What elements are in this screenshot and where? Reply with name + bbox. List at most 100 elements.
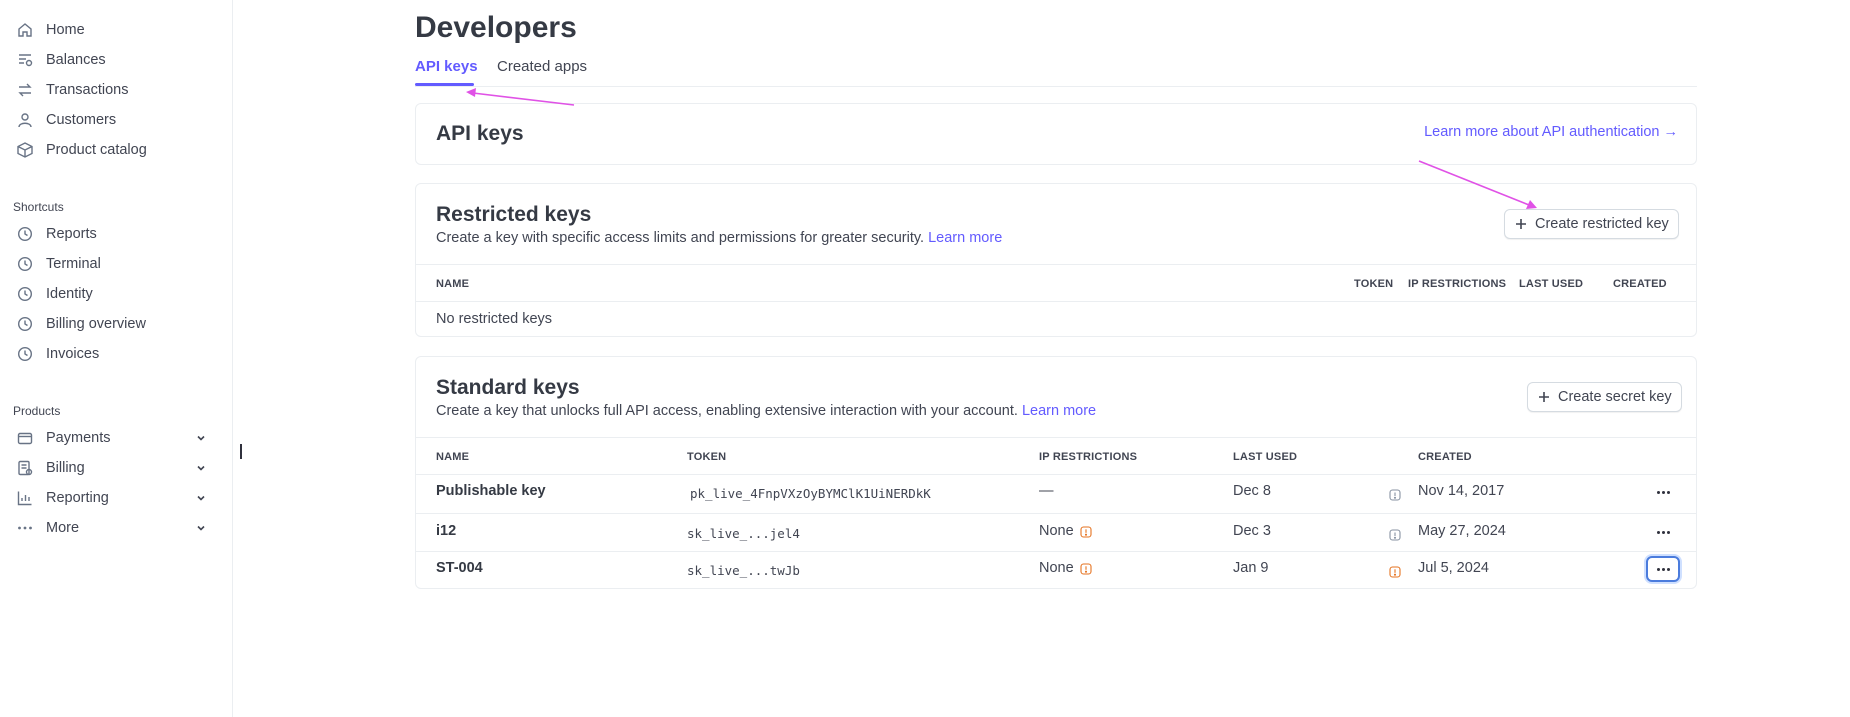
sidebar-item-label: Payments bbox=[46, 430, 111, 446]
create-restricted-key-label: Create restricted key bbox=[1535, 216, 1669, 232]
tab-api-keys[interactable]: API keys bbox=[415, 58, 478, 75]
warning-icon[interactable] bbox=[1080, 525, 1092, 538]
table-row-divider bbox=[416, 513, 1696, 514]
sidebar-item-label: Customers bbox=[46, 112, 117, 128]
tabs-divider bbox=[415, 86, 1697, 87]
clock-icon bbox=[16, 285, 34, 303]
created-value: Jul 5, 2024 bbox=[1418, 560, 1489, 576]
chevron-down-icon bbox=[194, 461, 208, 475]
sidebar-item-home[interactable]: Home bbox=[0, 15, 232, 45]
sidebar-item-product-catalog[interactable]: Product catalog bbox=[0, 135, 232, 165]
sidebar-item-terminal[interactable]: Terminal bbox=[0, 249, 232, 279]
learn-more-api-auth-link[interactable]: Learn more about API authentication → bbox=[1424, 124, 1678, 140]
api-keys-heading: API keys bbox=[436, 122, 524, 145]
warning-icon[interactable] bbox=[1389, 565, 1401, 578]
more-dots-icon bbox=[1656, 530, 1670, 534]
tab-created-apps[interactable]: Created apps bbox=[497, 58, 587, 75]
column-header-created: CREATED bbox=[1418, 451, 1472, 463]
chevron-down-icon bbox=[194, 521, 208, 535]
sidebar-item-transactions[interactable]: Transactions bbox=[0, 75, 232, 105]
column-header-last-used: LAST USED bbox=[1233, 451, 1298, 463]
sidebar-item-label: Balances bbox=[46, 52, 106, 68]
last-used-value: Dec 3 bbox=[1233, 523, 1271, 539]
key-token[interactable]: sk_live_...jel4 bbox=[687, 526, 800, 541]
column-header-name: NAME bbox=[436, 278, 470, 290]
key-name: ST-004 bbox=[436, 560, 483, 576]
restricted-keys-card: Restricted keys Create a key with specif… bbox=[415, 183, 1697, 337]
ip-restrictions-value: — bbox=[1039, 483, 1054, 499]
restricted-keys-description: Create a key with specific access limits… bbox=[436, 230, 1002, 246]
sidebar-item-label: Reporting bbox=[46, 490, 109, 506]
table-divider bbox=[416, 301, 1696, 302]
sidebar-item-billing[interactable]: Billing bbox=[0, 453, 232, 483]
standard-keys-card: Standard keys Create a key that unlocks … bbox=[415, 356, 1697, 589]
balances-icon bbox=[16, 51, 34, 69]
sidebar-item-reporting[interactable]: Reporting bbox=[0, 483, 232, 513]
row-actions-button[interactable] bbox=[1646, 556, 1680, 582]
sidebar-item-label: Invoices bbox=[46, 346, 100, 362]
ip-restrictions-value: None bbox=[1039, 523, 1074, 539]
chevron-down-icon bbox=[194, 431, 208, 445]
sidebar-item-payments[interactable]: Payments bbox=[0, 423, 232, 453]
sidebar-item-label: Transactions bbox=[46, 82, 129, 98]
more-dots-icon bbox=[1656, 567, 1670, 571]
sidebar-item-more[interactable]: More bbox=[0, 513, 232, 543]
row-actions-button[interactable] bbox=[1646, 479, 1680, 505]
column-header-ip-restrictions: IP RESTRICTIONS bbox=[1408, 278, 1507, 290]
home-icon bbox=[16, 21, 34, 39]
empty-state-text: No restricted keys bbox=[436, 311, 553, 327]
page-title: Developers bbox=[415, 11, 577, 44]
standard-keys-heading: Standard keys bbox=[436, 376, 580, 399]
warning-icon[interactable] bbox=[1080, 562, 1092, 575]
column-header-created: CREATED bbox=[1613, 278, 1667, 290]
clock-icon bbox=[16, 255, 34, 273]
sidebar-item-label: Billing bbox=[46, 460, 85, 476]
last-used-value: Jan 9 bbox=[1233, 560, 1269, 576]
sidebar-item-reports[interactable]: Reports bbox=[0, 219, 232, 249]
create-restricted-key-button[interactable]: Create restricted key bbox=[1504, 209, 1679, 239]
info-icon[interactable] bbox=[1389, 488, 1401, 501]
plus-icon bbox=[1514, 217, 1528, 231]
shortcuts-section-label: Shortcuts bbox=[13, 200, 64, 214]
restricted-keys-learn-more-link[interactable]: Learn more bbox=[928, 230, 1002, 246]
more-dots-icon bbox=[16, 519, 34, 537]
create-secret-key-button[interactable]: Create secret key bbox=[1527, 382, 1682, 412]
ip-restrictions-value: None bbox=[1039, 560, 1074, 576]
customers-icon bbox=[16, 111, 34, 129]
sidebar-item-identity[interactable]: Identity bbox=[0, 279, 232, 309]
sidebar-item-billing-overview[interactable]: Billing overview bbox=[0, 309, 232, 339]
key-token[interactable]: pk_live_4FnpVXzOyBYMClK1UiNERDkK bbox=[690, 486, 931, 501]
created-value: May 27, 2024 bbox=[1418, 523, 1506, 539]
product-catalog-icon bbox=[16, 141, 34, 159]
sidebar-item-label: Identity bbox=[46, 286, 93, 302]
row-actions-button[interactable] bbox=[1646, 519, 1680, 545]
clock-icon bbox=[16, 225, 34, 243]
standard-keys-description-text: Create a key that unlocks full API acces… bbox=[436, 403, 1018, 419]
table-divider bbox=[416, 437, 1696, 438]
transactions-icon bbox=[16, 81, 34, 99]
info-icon[interactable] bbox=[1389, 528, 1401, 541]
sidebar-item-label: Home bbox=[46, 22, 85, 38]
create-secret-key-label: Create secret key bbox=[1558, 389, 1672, 405]
payments-icon bbox=[16, 429, 34, 447]
billing-icon bbox=[16, 459, 34, 477]
sidebar-item-label: Reports bbox=[46, 226, 97, 242]
key-token[interactable]: sk_live_...twJb bbox=[687, 563, 800, 578]
sidebar-item-customers[interactable]: Customers bbox=[0, 105, 232, 135]
clock-icon bbox=[16, 315, 34, 333]
standard-keys-learn-more-link[interactable]: Learn more bbox=[1022, 403, 1096, 419]
created-value: Nov 14, 2017 bbox=[1418, 483, 1505, 499]
column-header-name: NAME bbox=[436, 451, 470, 463]
sidebar-item-balances[interactable]: Balances bbox=[0, 45, 232, 75]
clock-icon bbox=[16, 345, 34, 363]
sidebar-item-invoices[interactable]: Invoices bbox=[0, 339, 232, 369]
column-header-token: TOKEN bbox=[687, 451, 727, 463]
column-header-ip-restrictions: IP RESTRICTIONS bbox=[1039, 451, 1138, 463]
sidebar-item-label: Billing overview bbox=[46, 316, 146, 332]
sidebar-item-label: More bbox=[46, 520, 80, 536]
restricted-keys-heading: Restricted keys bbox=[436, 203, 592, 226]
text-cursor bbox=[240, 444, 242, 459]
restricted-keys-description-text: Create a key with specific access limits… bbox=[436, 230, 925, 246]
sidebar-item-label: Terminal bbox=[46, 256, 101, 272]
more-dots-icon bbox=[1656, 490, 1670, 494]
